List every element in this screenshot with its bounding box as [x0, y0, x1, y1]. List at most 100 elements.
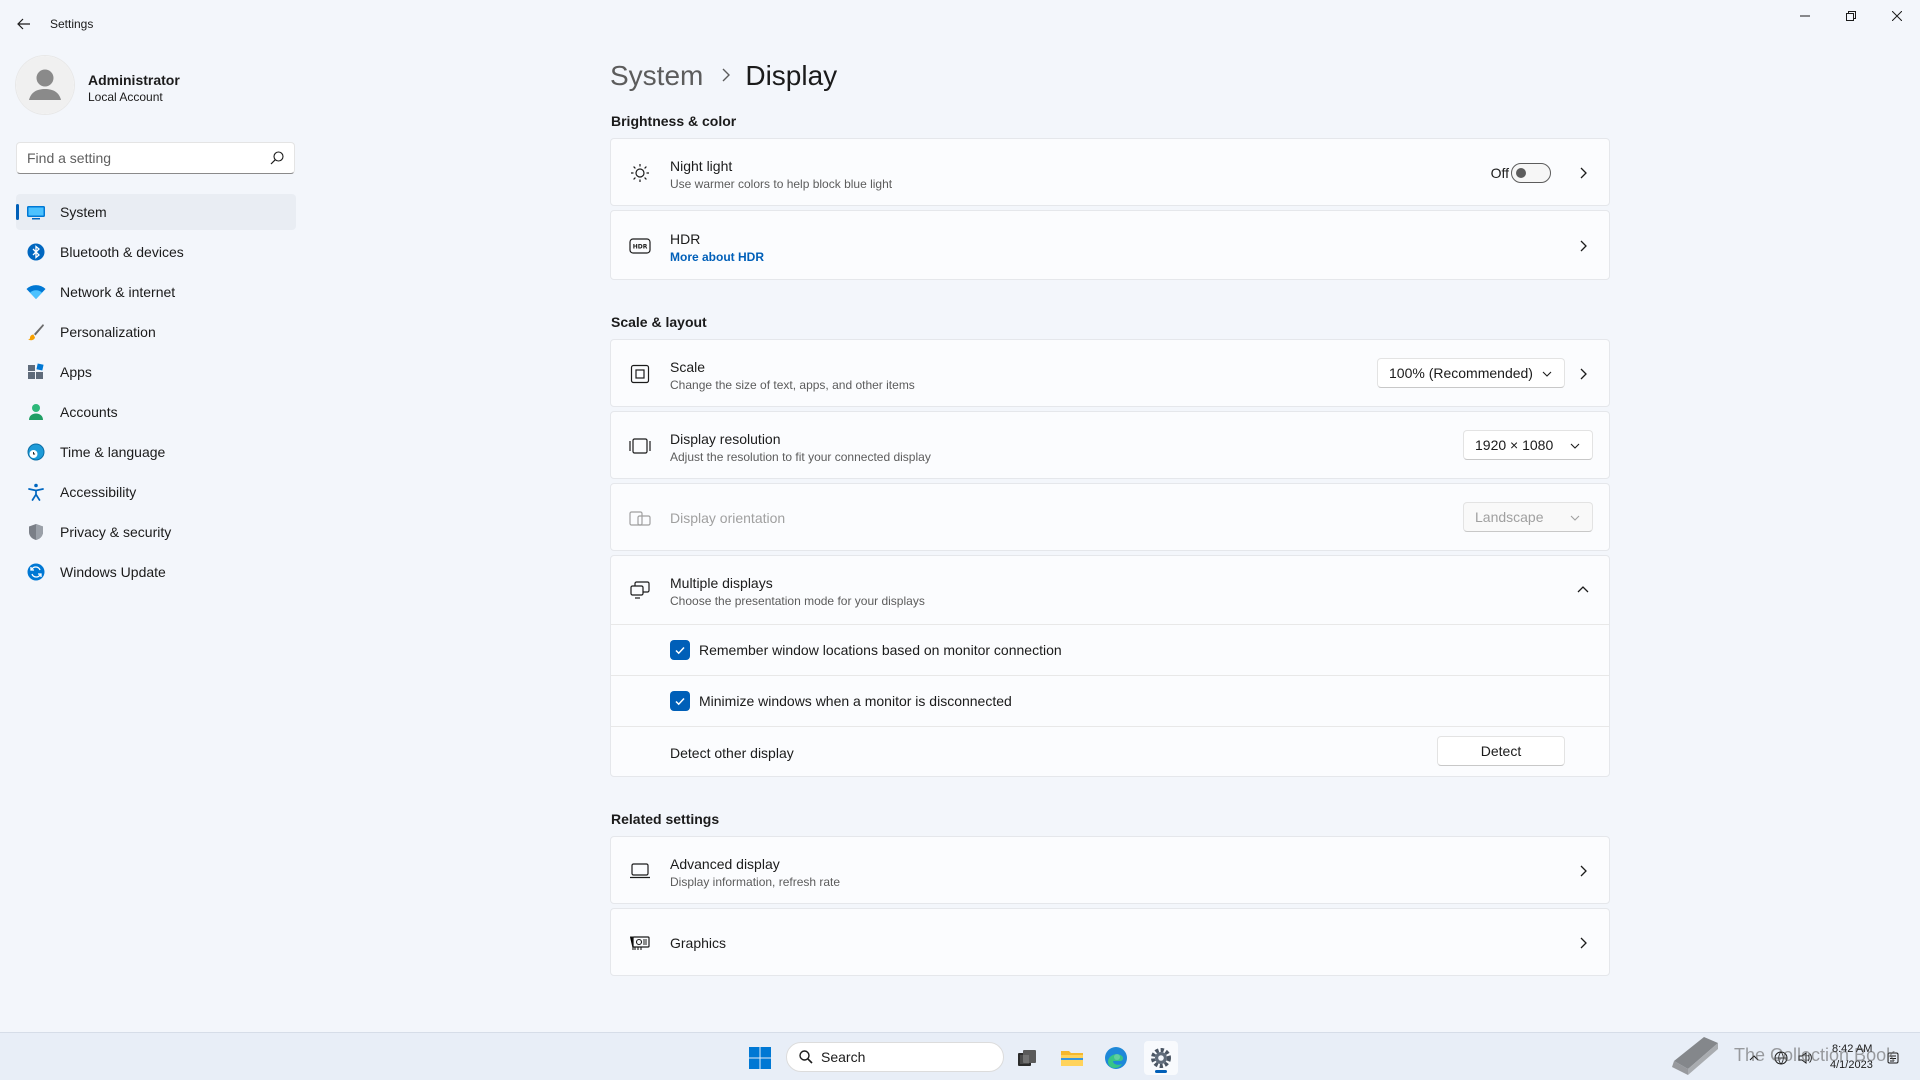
breadcrumb-parent[interactable]: System [610, 60, 703, 92]
start-button[interactable] [743, 1041, 777, 1075]
chevron-right-icon[interactable] [1575, 165, 1591, 181]
chevron-up-icon[interactable] [1575, 582, 1591, 598]
advanced-display-card[interactable]: Advanced display Display information, re… [610, 836, 1610, 904]
taskbar: Search 8:42 AM 4/1/2023 The Collection B… [0, 1032, 1920, 1080]
chevron-right-icon[interactable] [1575, 366, 1591, 382]
wifi-icon [26, 282, 46, 302]
chevron-down-icon [1570, 515, 1580, 521]
sidebar-item-label: System [60, 204, 107, 220]
detect-display-row: Detect other display Detect [611, 727, 1609, 777]
night-light-card[interactable]: Night light Use warmer colors to help bl… [610, 138, 1610, 206]
multiple-displays-header[interactable]: Multiple displays Choose the presentatio… [611, 556, 1609, 624]
hdr-title: HDR [670, 231, 701, 247]
user-profile[interactable]: Administrator Local Account [16, 56, 296, 116]
sidebar-item-network[interactable]: Network & internet [16, 274, 296, 310]
resolution-title: Display resolution [670, 431, 781, 447]
shield-icon [26, 522, 46, 542]
close-button[interactable] [1874, 0, 1920, 32]
orientation-value: Landscape [1475, 509, 1544, 525]
avatar [16, 56, 74, 114]
multiple-displays-card: Multiple displays Choose the presentatio… [610, 555, 1610, 777]
chevron-down-icon [1570, 443, 1580, 449]
bluetooth-icon [26, 242, 46, 262]
sidebar-item-apps[interactable]: Apps [16, 354, 296, 390]
orientation-title: Display orientation [670, 510, 786, 526]
sidebar-item-label: Privacy & security [60, 524, 172, 540]
minimize-windows-row: Minimize windows when a monitor is disco… [611, 676, 1609, 726]
night-light-title: Night light [670, 158, 733, 174]
back-button[interactable] [10, 10, 38, 38]
chevron-right-icon[interactable] [1575, 863, 1591, 879]
edge-browser-button[interactable] [1099, 1041, 1133, 1075]
sidebar-item-label: Accounts [60, 404, 118, 420]
taskbar-search[interactable]: Search [786, 1042, 1004, 1072]
sidebar-item-label: Bluetooth & devices [60, 244, 184, 260]
chevron-right-icon[interactable] [1575, 935, 1591, 951]
sidebar-item-label: Apps [60, 364, 92, 380]
checkmark-icon [675, 646, 685, 655]
sidebar-item-accounts[interactable]: Accounts [16, 394, 296, 430]
scale-card[interactable]: Scale Change the size of text, apps, and… [610, 339, 1610, 407]
sidebar-item-system[interactable]: System [16, 194, 296, 230]
sidebar-item-time-language[interactable]: Time & language [16, 434, 296, 470]
search-input[interactable] [27, 143, 257, 173]
advanced-display-subtitle: Display information, refresh rate [670, 875, 841, 889]
section-title-brightness: Brightness & color [611, 113, 737, 129]
graphics-card-icon [629, 932, 651, 954]
graphics-title: Graphics [670, 935, 727, 951]
chevron-right-icon[interactable] [1575, 238, 1591, 254]
remember-locations-label[interactable]: Remember window locations based on monit… [699, 642, 1062, 658]
scale-value: 100% (Recommended) [1389, 365, 1533, 381]
hdr-icon: HDR [629, 235, 651, 257]
chevron-right-icon [722, 68, 731, 81]
breadcrumb-separator [721, 65, 731, 88]
task-view-button[interactable] [1010, 1041, 1044, 1075]
advanced-display-title: Advanced display [670, 856, 780, 872]
globe-clock-icon [26, 442, 46, 462]
multiple-displays-icon [629, 579, 651, 601]
sidebar-item-windows-update[interactable]: Windows Update [16, 554, 296, 590]
close-icon [1892, 11, 1902, 21]
minimize-button[interactable] [1782, 0, 1828, 32]
detect-button[interactable]: Detect [1437, 736, 1565, 766]
hdr-card[interactable]: HDR HDR More about HDR [610, 210, 1610, 280]
orientation-icon [629, 507, 651, 529]
sidebar-item-accessibility[interactable]: Accessibility [16, 474, 296, 510]
restore-button[interactable] [1828, 0, 1874, 32]
toggle-knob [1516, 168, 1526, 178]
monitor-icon [26, 202, 46, 222]
search-icon[interactable] [270, 151, 284, 165]
profile-account-type: Local Account [88, 90, 163, 104]
sidebar-item-bluetooth[interactable]: Bluetooth & devices [16, 234, 296, 270]
sidebar-item-privacy-security[interactable]: Privacy & security [16, 514, 296, 550]
graphics-card[interactable]: Graphics [610, 908, 1610, 976]
minimize-windows-checkbox[interactable] [670, 691, 690, 711]
scale-subtitle: Change the size of text, apps, and other… [670, 378, 915, 392]
remember-locations-checkbox[interactable] [670, 640, 690, 660]
resolution-value: 1920 × 1080 [1475, 437, 1554, 453]
minimize-windows-label[interactable]: Minimize windows when a monitor is disco… [699, 693, 1012, 709]
settings-search[interactable] [16, 142, 295, 174]
remember-locations-row: Remember window locations based on monit… [611, 625, 1609, 675]
display-orientation-card: Display orientation Landscape [610, 483, 1610, 551]
page-title: Display [745, 60, 838, 91]
multiple-displays-title: Multiple displays [670, 575, 773, 591]
settings-app-button[interactable] [1144, 1041, 1178, 1075]
watermark: The Collection Book [1668, 1031, 1908, 1080]
sidebar-item-personalization[interactable]: Personalization [16, 314, 296, 350]
detect-display-label: Detect other display [670, 745, 794, 761]
sidebar-item-label: Personalization [60, 324, 156, 340]
gear-icon [1151, 1048, 1171, 1068]
section-title-related: Related settings [611, 811, 720, 827]
breadcrumb: System Display [610, 56, 837, 96]
taskbar-search-label: Search [821, 1049, 866, 1065]
chevron-down-icon [1542, 371, 1552, 377]
file-explorer-button[interactable] [1055, 1041, 1089, 1075]
folder-icon [1061, 1051, 1083, 1066]
scale-dropdown[interactable]: 100% (Recommended) [1377, 358, 1565, 388]
more-about-hdr-link[interactable]: More about HDR [670, 250, 764, 264]
task-view-icon [1018, 1050, 1036, 1066]
svg-text:HDR: HDR [633, 244, 648, 251]
night-light-toggle[interactable] [1511, 163, 1551, 183]
resolution-dropdown[interactable]: 1920 × 1080 [1463, 430, 1593, 460]
